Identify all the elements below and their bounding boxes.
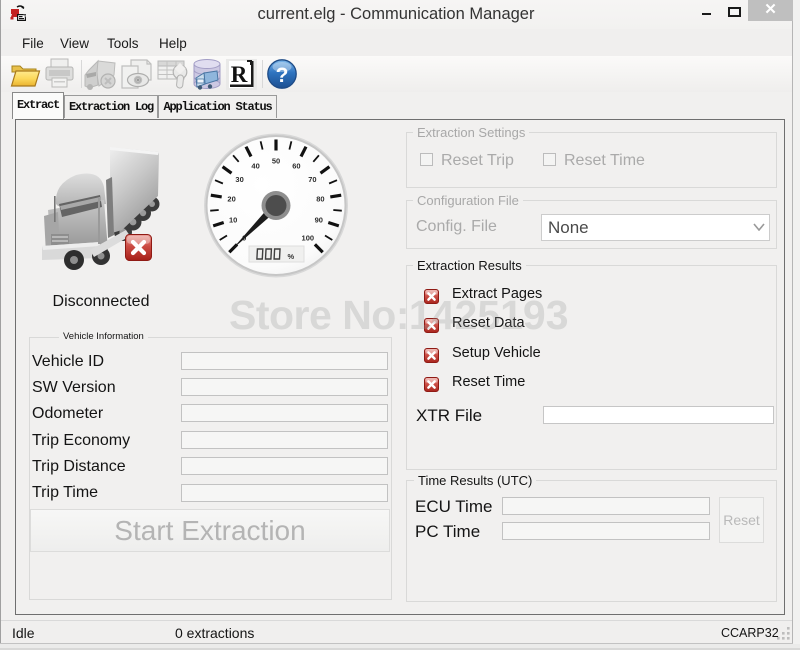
svg-text:40: 40 [251, 161, 259, 170]
svg-text:90: 90 [315, 215, 323, 224]
svg-text:%: % [288, 252, 295, 261]
svg-text:30: 30 [235, 175, 243, 184]
svg-text:100: 100 [302, 233, 315, 242]
svg-text:20: 20 [227, 195, 235, 204]
svg-text:80: 80 [316, 195, 324, 204]
svg-text:10: 10 [229, 215, 237, 224]
svg-text:?: ? [276, 64, 289, 87]
svg-text:50: 50 [272, 157, 280, 166]
svg-text:R: R [231, 62, 248, 87]
svg-text:60: 60 [292, 161, 300, 170]
svg-text:70: 70 [308, 175, 316, 184]
